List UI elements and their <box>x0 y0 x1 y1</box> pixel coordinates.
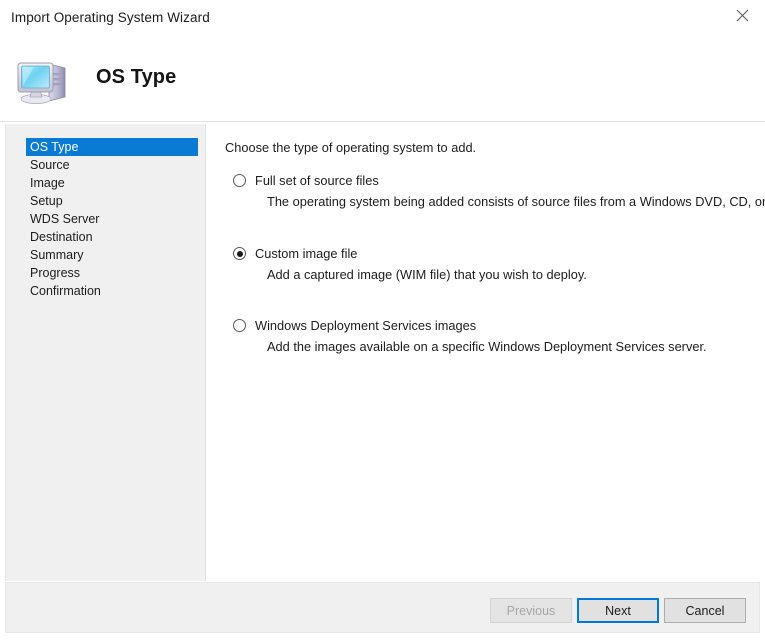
window-title: Import Operating System Wizard <box>11 10 210 25</box>
wizard-steps-sidebar: OS Type Source Image Setup WDS Server De… <box>6 124 206 581</box>
close-icon <box>736 9 749 22</box>
close-button[interactable] <box>719 0 765 31</box>
sidebar-item-os-type[interactable]: OS Type <box>26 138 198 156</box>
sidebar-item-label: Destination <box>30 230 93 244</box>
wizard-header: OS Type <box>0 36 765 122</box>
sidebar-item-setup[interactable]: Setup <box>6 192 206 210</box>
next-button[interactable]: Next <box>577 598 659 623</box>
cancel-button[interactable]: Cancel <box>664 598 746 623</box>
option-description: The operating system being added consist… <box>267 193 765 210</box>
option-windows-deployment-services-images[interactable]: Windows Deployment Services images Add t… <box>233 317 753 335</box>
sidebar-item-destination[interactable]: Destination <box>6 228 206 246</box>
radio-selected-dot <box>237 251 243 257</box>
sidebar-item-label: Confirmation <box>30 284 101 298</box>
sidebar-item-wds-server[interactable]: WDS Server <box>6 210 206 228</box>
sidebar-item-label: Summary <box>30 248 83 262</box>
option-description: Add the images available on a specific W… <box>267 338 707 355</box>
sidebar-item-label: Source <box>30 158 70 172</box>
sidebar-item-confirmation[interactable]: Confirmation <box>6 282 206 300</box>
sidebar-item-label: Image <box>30 176 65 190</box>
sidebar-item-label: WDS Server <box>30 212 99 226</box>
sidebar-item-source[interactable]: Source <box>6 156 206 174</box>
sidebar-item-label: Progress <box>30 266 80 280</box>
wizard-body: OS Type Source Image Setup WDS Server De… <box>5 124 760 581</box>
wizard-steps-list: OS Type Source Image Setup WDS Server De… <box>6 138 206 300</box>
import-os-wizard-window: Import Operating System Wizard <box>0 0 765 640</box>
page-title: OS Type <box>96 66 176 89</box>
title-bar: Import Operating System Wizard <box>0 0 765 36</box>
sidebar-item-image[interactable]: Image <box>6 174 206 192</box>
option-label: Full set of source files <box>255 172 379 189</box>
option-custom-image-file[interactable]: Custom image file Add a captured image (… <box>233 245 753 263</box>
option-label: Windows Deployment Services images <box>255 317 476 334</box>
option-label: Custom image file <box>255 245 357 262</box>
computer-monitor-icon <box>16 56 74 106</box>
option-description: Add a captured image (WIM file) that you… <box>267 266 587 283</box>
radio-full-set-of-source-files[interactable] <box>233 174 246 187</box>
wizard-content-pane: Choose the type of operating system to a… <box>207 124 760 581</box>
sidebar-item-label: Setup <box>30 194 63 208</box>
sidebar-item-label: OS Type <box>30 140 78 154</box>
option-full-set-of-source-files[interactable]: Full set of source files The operating s… <box>233 172 753 190</box>
radio-custom-image-file[interactable] <box>233 247 246 260</box>
wizard-footer: Previous Next Cancel <box>5 582 760 633</box>
previous-button[interactable]: Previous <box>490 598 572 623</box>
content-prompt: Choose the type of operating system to a… <box>225 140 476 155</box>
sidebar-item-progress[interactable]: Progress <box>6 264 206 282</box>
radio-windows-deployment-services-images[interactable] <box>233 319 246 332</box>
sidebar-item-summary[interactable]: Summary <box>6 246 206 264</box>
